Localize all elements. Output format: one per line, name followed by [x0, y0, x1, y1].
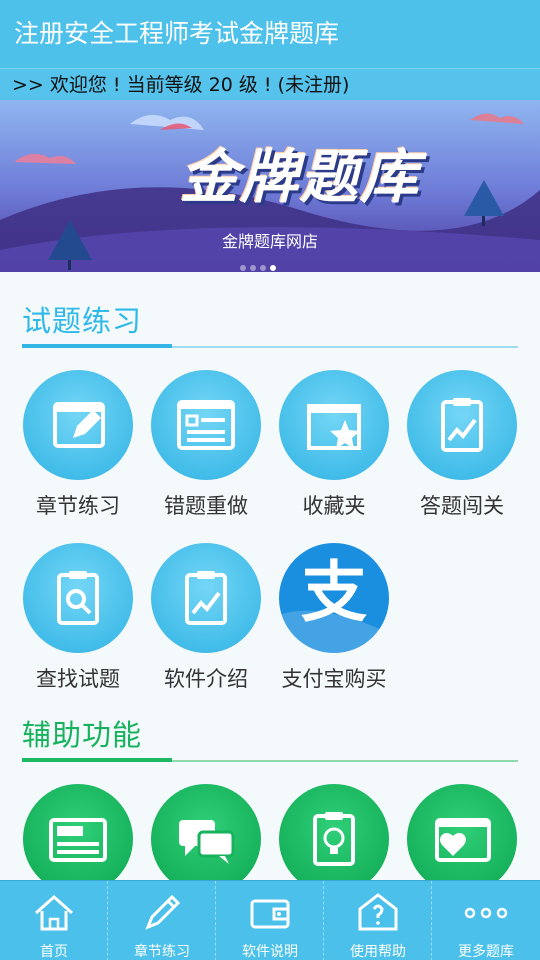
chat-icon: [151, 784, 261, 894]
tile-software-intro[interactable]: 软件介绍: [142, 543, 270, 693]
section-divider-accent: [22, 758, 172, 762]
app-title-bar: 注册安全工程师考试金牌题库: [0, 0, 540, 68]
tile-label: 答题闯关: [420, 494, 504, 518]
tile-challenge[interactable]: 答题闯关: [398, 370, 526, 520]
pencil-doc-icon: [23, 370, 133, 480]
tile-chapter-practice[interactable]: 章节练习: [14, 370, 142, 520]
tile-label: 软件介绍: [164, 667, 248, 691]
tile-alipay-purchase[interactable]: 支 支付宝购买: [270, 543, 398, 693]
nav-chapter-practice[interactable]: 章节练习: [108, 881, 216, 960]
alipay-glyph: 支: [301, 554, 367, 631]
tile-label: 收藏夹: [302, 494, 366, 518]
banner-dot[interactable]: [240, 265, 246, 271]
clipboard-bulb-icon: [279, 784, 389, 894]
welcome-notice: >> 欢迎您 ! 当前等级 20 级 ! (未注册): [0, 68, 540, 100]
banner-caption: 金牌题库网店: [221, 232, 318, 251]
tile-tips[interactable]: [270, 784, 398, 894]
nav-more-banks[interactable]: 更多题库: [432, 881, 540, 960]
tile-favorite-window[interactable]: [398, 784, 526, 894]
news-icon: [23, 784, 133, 894]
tile-wrong-redo[interactable]: 错题重做: [142, 370, 270, 520]
nav-label: 章节练习: [134, 944, 190, 960]
tile-search-questions[interactable]: 查找试题: [14, 543, 142, 693]
section-divider-accent: [22, 344, 172, 348]
banner-dot-active[interactable]: [270, 265, 276, 271]
tile-label: 支付宝购买: [281, 667, 387, 691]
section-practice-title: 试题练习: [22, 304, 143, 338]
tile-label: 查找试题: [36, 667, 120, 691]
section-practice-header: 试题练习: [22, 298, 518, 348]
section-tools-header: 辅助功能: [22, 712, 518, 762]
banner-title: 金牌题库: [180, 143, 421, 211]
nav-software-info[interactable]: 软件说明: [216, 881, 324, 960]
banner-pager: [240, 256, 280, 271]
tile-chat[interactable]: [142, 784, 270, 894]
home-icon: [35, 894, 73, 931]
more-dots-icon: [464, 907, 508, 919]
tile-news[interactable]: [14, 784, 142, 894]
app-title: 注册安全工程师考试金牌题库: [14, 19, 340, 48]
clipboard-chart-icon: [407, 370, 517, 480]
nav-help[interactable]: 使用帮助: [324, 881, 432, 960]
banner-dot[interactable]: [250, 265, 256, 271]
promo-banner[interactable]: 金牌题库 金牌题库网店: [0, 100, 540, 272]
alipay-icon: 支: [279, 543, 389, 653]
wallet-icon: [250, 899, 290, 929]
help-mail-icon: [358, 893, 398, 931]
nav-label: 更多题库: [458, 944, 514, 960]
clipboard-chart-icon: [151, 543, 261, 653]
tile-label: 错题重做: [164, 494, 248, 518]
tile-favorites[interactable]: 收藏夹: [270, 370, 398, 520]
star-folder-icon: [279, 370, 389, 480]
heart-window-icon: [407, 784, 517, 894]
welcome-notice-text: >> 欢迎您 ! 当前等级 20 级 ! (未注册): [12, 74, 350, 96]
pencil-icon: [145, 894, 181, 930]
nav-label: 使用帮助: [350, 944, 406, 960]
tile-label: 章节练习: [36, 494, 120, 518]
section-tools-title: 辅助功能: [22, 718, 143, 752]
nav-label: 首页: [40, 944, 68, 960]
banner-dot[interactable]: [260, 265, 266, 271]
bottom-nav: 首页 章节练习 软件说明 使用帮助 更多题库: [0, 880, 540, 960]
nav-label: 软件说明: [242, 944, 298, 960]
nav-home[interactable]: 首页: [0, 881, 108, 960]
clipboard-search-icon: [23, 543, 133, 653]
form-check-icon: [151, 370, 261, 480]
